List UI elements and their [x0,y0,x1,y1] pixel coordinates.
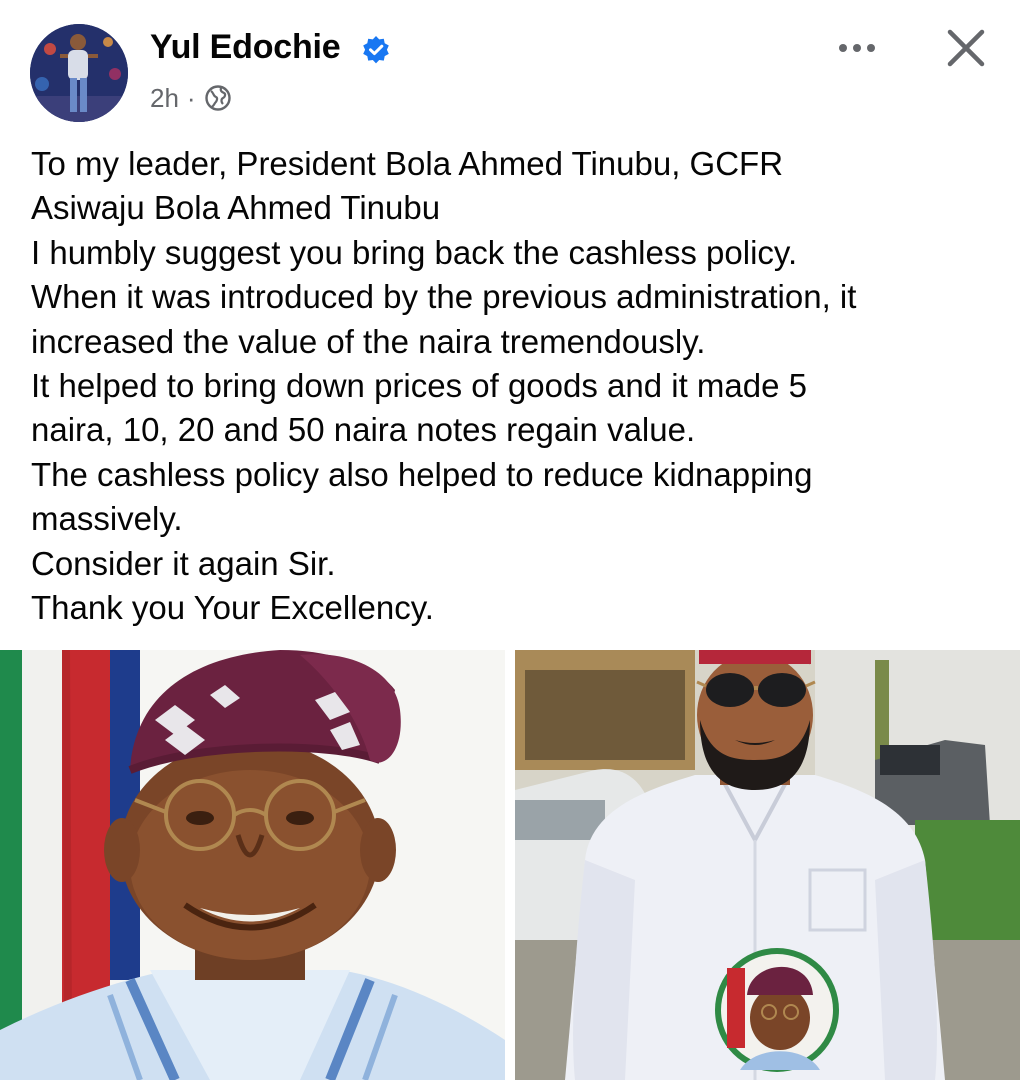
post-text-line: The cashless policy also helped to reduc… [31,455,813,493]
post-photo-grid [0,650,1020,1080]
author-avatar[interactable] [30,24,128,122]
more-options-button[interactable] [832,28,882,68]
author-name[interactable]: Yul Edochie [150,28,341,67]
post-text-line: When it was introduced by the previous a… [31,278,857,316]
post-text-line: It helped to bring down prices of goods … [31,367,807,405]
post-header: Yul Edochie 2h · [0,0,1020,130]
meta-separator: · [186,82,196,113]
post-meta: 2h · [150,80,232,116]
post-text-line: To my leader, President Bola Ahmed Tinub… [31,145,784,182]
globe-icon[interactable] [204,84,232,112]
post-text-line: naira, 10, 20 and 50 naira notes regain … [31,411,696,449]
photo-yul-edochie[interactable] [515,650,1020,1080]
verified-badge-icon [363,36,389,64]
more-options-icon [839,44,875,52]
post-body-text: To my leader, President Bola Ahmed Tinub… [31,142,1006,630]
post-timestamp[interactable]: 2h [150,83,179,114]
post-text-line: increased the value of the naira tremend… [31,322,706,360]
post-text-line: I humbly suggest you bring back the cash… [31,233,798,271]
photo-tinubu-portrait[interactable] [0,650,505,1080]
close-button[interactable] [940,22,992,74]
post-text-line: massively. [31,500,183,538]
post-text-line: Asiwaju Bola Ahmed Tinubu [31,189,441,227]
post-text-line: Thank you Your Excellency. [31,589,434,627]
close-icon [947,29,985,67]
post-text-line: Consider it again Sir. [31,544,336,582]
